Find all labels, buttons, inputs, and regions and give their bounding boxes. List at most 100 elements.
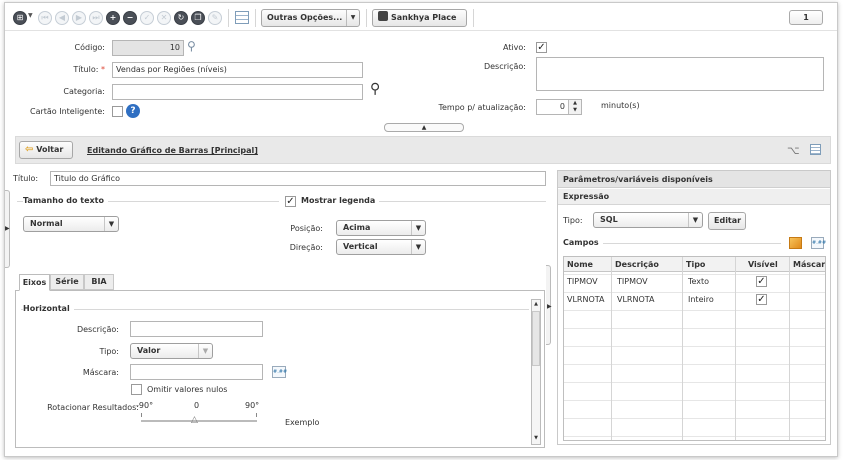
cancel-icon[interactable]: ✕ xyxy=(157,11,171,25)
table-row[interactable]: TIPMOV TIPMOV Texto ✓ xyxy=(564,273,825,290)
toolbar-separator xyxy=(473,9,474,27)
table-view-icon[interactable] xyxy=(235,11,249,24)
expressao-title: Expressão xyxy=(563,192,610,201)
cell-tipo: Inteiro xyxy=(688,295,714,304)
direcao-select[interactable]: Vertical ▼ xyxy=(336,239,426,255)
chevron-down-icon: ▼ xyxy=(411,240,425,254)
tab-bia[interactable]: BIA xyxy=(84,274,114,290)
duplicate-icon[interactable]: ❐ xyxy=(191,11,205,25)
rotation-tick-min: -90° xyxy=(136,401,154,410)
expand-right-icon[interactable]: ▶ xyxy=(5,225,10,232)
edit-icon[interactable]: ✎ xyxy=(208,11,222,25)
ativo-label: Ativo: xyxy=(502,43,526,52)
ativo-checkbox[interactable]: ✓ xyxy=(536,42,547,53)
tempo-value: 0 xyxy=(559,102,565,111)
mask-format-icon[interactable]: #.## xyxy=(272,366,287,378)
codigo-field[interactable]: 10 xyxy=(112,40,184,56)
refresh-icon[interactable]: ↻ xyxy=(174,11,188,25)
outras-opcoes-button[interactable]: Outras Opções... ▼ xyxy=(261,9,360,27)
categoria-field[interactable] xyxy=(112,84,363,100)
search-icon[interactable]: ⚲ xyxy=(370,81,380,97)
codigo-label: Código: xyxy=(74,43,105,52)
collapse-header-button[interactable]: ▲ xyxy=(384,123,464,132)
confirm-icon[interactable]: ✓ xyxy=(140,11,154,25)
help-icon[interactable]: ? xyxy=(126,104,140,118)
campos-grid: Nome Descrição Tipo Visível Máscara TIPM… xyxy=(563,256,826,441)
expand-right-icon[interactable]: ▶ xyxy=(547,303,552,310)
column-tipo[interactable]: Tipo xyxy=(686,257,705,272)
omitir-checkbox[interactable] xyxy=(131,384,142,395)
expr-tipo-select[interactable]: SQL ▼ xyxy=(593,212,703,228)
mostrar-legenda-checkbox[interactable]: ✓ xyxy=(285,196,296,207)
tree-settings-icon[interactable]: ⌥ xyxy=(787,144,800,157)
column-descricao[interactable]: Descrição xyxy=(615,257,659,272)
direcao-label: Direção: xyxy=(289,243,323,252)
cell-descricao: VLRNOTA xyxy=(617,295,655,304)
counter-value: 1 xyxy=(803,13,809,22)
scrollbar-thumb[interactable] xyxy=(532,311,540,366)
previous-record-icon[interactable]: ◀ xyxy=(55,11,69,25)
editar-button[interactable]: Editar xyxy=(708,212,746,230)
mostrar-legenda-label: Mostrar legenda xyxy=(301,196,380,205)
descricao-field[interactable] xyxy=(536,57,824,91)
params-title: Parâmetros/variáveis disponíveis xyxy=(563,175,713,184)
edit-title-link[interactable]: Editando Gráfico de Barras [Principal] xyxy=(87,146,258,155)
left-titulo-field[interactable]: Titulo do Gráfico xyxy=(50,171,546,186)
tab-eixos[interactable]: Eixos xyxy=(19,274,50,291)
eixo-tipo-select[interactable]: Valor ▼ xyxy=(130,343,213,359)
tab-serie[interactable]: Série xyxy=(50,274,84,290)
column-nome[interactable]: Nome xyxy=(567,257,593,272)
direcao-value: Vertical xyxy=(343,242,378,251)
table-row[interactable]: VLRNOTA VLRNOTA Inteiro ✓ xyxy=(564,291,825,308)
list-view-icon[interactable] xyxy=(810,144,821,155)
scroll-up-icon[interactable]: ▲ xyxy=(532,301,540,307)
horizontal-section-title: Horizontal xyxy=(23,304,74,313)
grid-header-row: Nome Descrição Tipo Visível Máscara xyxy=(564,257,825,272)
tamanho-section-title: Tamanho do texto xyxy=(23,196,108,205)
toolbar-separator xyxy=(228,9,229,27)
tab-eixos-label: Eixos xyxy=(22,278,47,287)
cell-descricao: TIPMOV xyxy=(617,277,648,286)
expr-tipo-label: Tipo: xyxy=(563,216,583,225)
scroll-down-icon[interactable]: ▼ xyxy=(532,435,540,441)
counter-badge[interactable]: 1 xyxy=(789,10,823,25)
visivel-checkbox[interactable]: ✓ xyxy=(756,294,767,305)
chevron-down-icon: ▼ xyxy=(104,217,118,231)
cartao-checkbox[interactable] xyxy=(112,106,123,117)
voltar-button[interactable]: ⇦ Voltar xyxy=(19,141,73,159)
mascara-field[interactable] xyxy=(130,364,263,380)
posicao-label: Posição: xyxy=(290,224,323,233)
chevron-down-icon: ▼ xyxy=(346,10,359,26)
params-header: Parâmetros/variáveis disponíveis xyxy=(558,171,830,188)
add-field-icon[interactable] xyxy=(789,237,802,249)
next-record-icon[interactable]: ▶ xyxy=(72,11,86,25)
exemplo-label: Exemplo xyxy=(285,418,320,427)
first-record-icon[interactable]: ⏮ xyxy=(38,11,52,25)
column-mascara[interactable]: Máscara xyxy=(793,257,825,272)
column-visivel[interactable]: Visível xyxy=(748,257,778,272)
visivel-checkbox[interactable]: ✓ xyxy=(756,276,767,287)
posicao-select[interactable]: Acima ▼ xyxy=(336,220,426,236)
sankhya-place-button[interactable]: Sankhya Place xyxy=(372,9,467,27)
tempo-label: Tempo p/ atualização: xyxy=(438,103,526,112)
last-record-icon[interactable]: ⏭ xyxy=(89,11,103,25)
tamanho-select[interactable]: Normal ▼ xyxy=(23,216,119,232)
mask-format-icon[interactable]: #.## xyxy=(811,237,826,249)
titulo-value: Vendas por Regiões (níveis) xyxy=(116,65,227,74)
spinner-icon[interactable]: ▲ ▼ xyxy=(568,100,581,114)
rotacionar-label: Rotacionar Resultados: xyxy=(47,403,139,412)
tempo-field[interactable]: 0 ▲ ▼ xyxy=(536,99,582,115)
grid-menu-icon[interactable]: ⊞ xyxy=(13,11,27,25)
titulo-label: Título: * xyxy=(73,65,105,74)
titulo-field[interactable]: Vendas por Regiões (níveis) xyxy=(112,62,363,78)
eixo-descricao-field[interactable] xyxy=(130,321,263,337)
required-mark: * xyxy=(101,65,105,74)
search-icon[interactable]: ⚲ xyxy=(187,39,196,53)
rotation-slider-handle[interactable]: △ xyxy=(191,415,198,425)
add-icon[interactable]: + xyxy=(106,11,120,25)
outras-opcoes-label: Outras Opções... xyxy=(267,13,343,22)
categoria-label: Categoria: xyxy=(63,87,105,96)
rotation-slider-track xyxy=(141,420,257,422)
remove-icon[interactable]: − xyxy=(123,11,137,25)
chevron-down-icon[interactable]: ▼ xyxy=(28,12,33,19)
